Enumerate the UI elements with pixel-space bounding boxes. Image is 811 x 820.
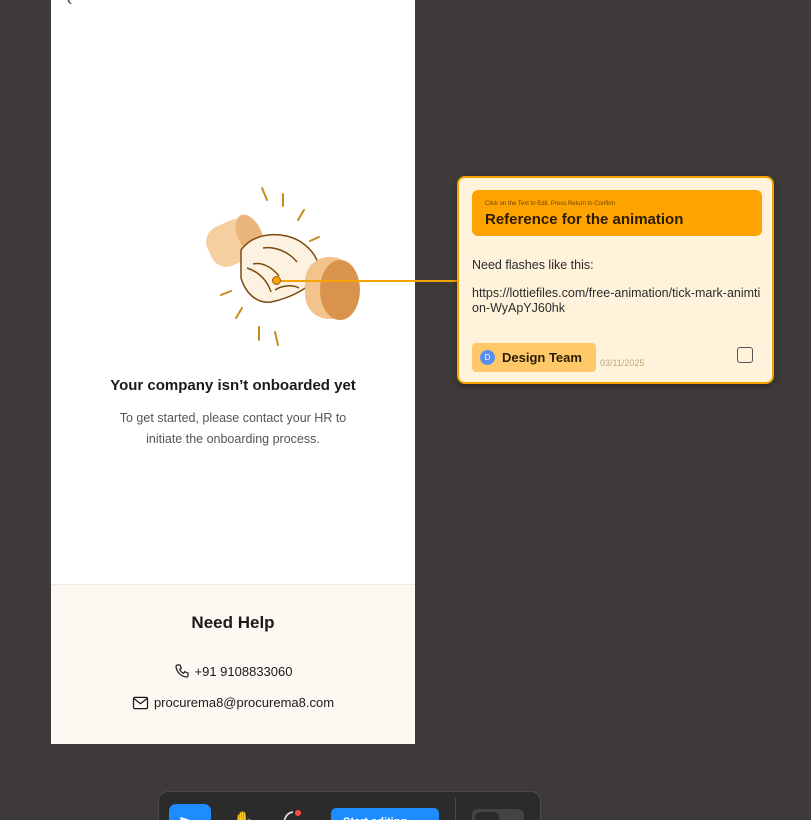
help-section: Need Help +91 9108833060 procurema8@proc… [51, 584, 415, 744]
handshake-illustration-icon [206, 187, 360, 346]
note-body-link[interactable]: https://lottiefiles.com/free-animation/t… [472, 286, 764, 316]
help-phone[interactable]: +91 9108833060 [195, 664, 293, 679]
page-description: To get started, please contact your HR t… [119, 411, 347, 446]
bottom-toolbar: ✋ Start editing [158, 791, 541, 820]
note-date: 03/11/2025 [600, 358, 645, 368]
mode-toggle-knob [475, 812, 499, 820]
note-complete-checkbox[interactable] [737, 347, 753, 363]
annotation-anchor-dot[interactable] [272, 276, 281, 285]
team-tag[interactable]: D Design Team [472, 343, 596, 372]
help-email-row[interactable]: procurema8@procurema8.com [51, 695, 415, 710]
back-icon[interactable]: ‹ [67, 0, 72, 10]
note-body-line: Need flashes like this: [472, 258, 594, 272]
help-phone-row[interactable]: +91 9108833060 [51, 663, 415, 679]
start-editing-button[interactable]: Start editing [331, 808, 439, 820]
mail-icon [132, 696, 149, 709]
move-tool-button[interactable] [169, 804, 211, 820]
help-title: Need Help [191, 613, 275, 632]
move-tool-icon [180, 817, 190, 820]
team-tag-label: Design Team [502, 350, 582, 365]
mobile-frame: ‹ Your company isn’t onboarded yet To ge… [51, 0, 415, 744]
note-heading[interactable]: Reference for the animation [485, 211, 749, 228]
note-header[interactable]: Click on the Text to Edit. Press Return … [472, 190, 762, 236]
comment-tool-icon[interactable] [281, 808, 303, 820]
annotation-connector [276, 280, 458, 282]
note-edit-hint: Click on the Text to Edit. Press Return … [485, 201, 616, 207]
team-avatar: D [480, 350, 495, 365]
help-email[interactable]: procurema8@procurema8.com [154, 695, 334, 710]
page-title: Your company isn’t onboarded yet [110, 377, 356, 394]
toolbar-divider [455, 798, 456, 820]
phone-icon [174, 664, 189, 678]
hand-tool-icon[interactable]: ✋ [233, 810, 253, 820]
sticky-note[interactable]: Click on the Text to Edit. Press Return … [457, 176, 774, 384]
mode-toggle[interactable] [472, 809, 524, 820]
note-body[interactable]: Need flashes like this: https://lottiefi… [472, 258, 764, 329]
